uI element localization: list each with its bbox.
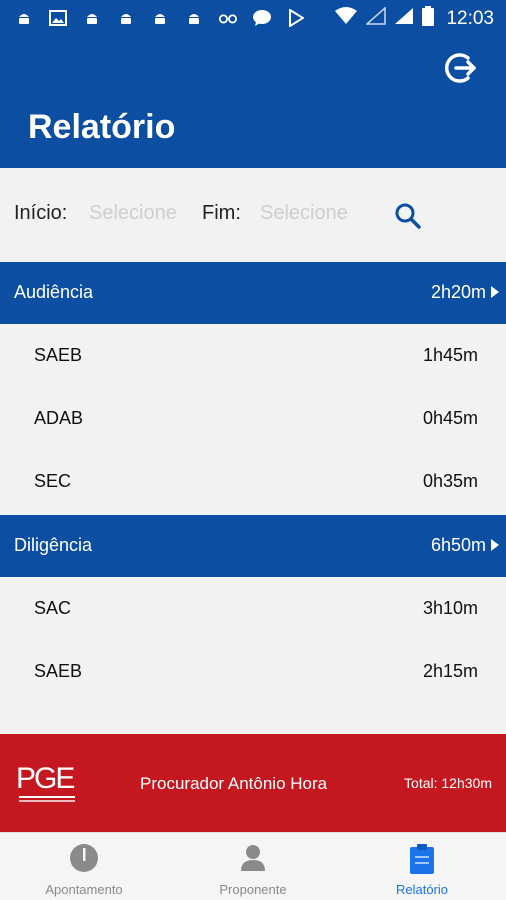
android-icon: [184, 8, 204, 28]
list-item[interactable]: ADAB 0h45m: [0, 387, 506, 450]
item-label: SEC: [34, 471, 72, 491]
bottom-nav: Apontamento Proponente Relatório: [0, 832, 506, 900]
android-icon: [14, 8, 34, 28]
group-header-audiencia[interactable]: Audiência 2h20m: [0, 262, 506, 324]
list-item[interactable]: SAEB 1h45m: [0, 324, 506, 387]
app-bar: Relatório: [0, 36, 506, 168]
page-title: Relatório: [28, 108, 176, 146]
item-label: ADAB: [34, 408, 84, 428]
start-date-field[interactable]: Selecione: [89, 202, 177, 225]
item-value: 0h45m: [422, 408, 478, 428]
android-icon: [116, 8, 136, 28]
caret-right-icon: [490, 285, 500, 299]
image-icon: [48, 8, 68, 28]
tab-label: Relatório: [395, 882, 449, 897]
list-item[interactable]: SAEB 2h15m: [0, 640, 506, 703]
group-header-diligencia[interactable]: Diligência 6h50m: [0, 515, 506, 577]
list-item[interactable]: SAC 3h10m: [0, 577, 506, 640]
item-label: SAEB: [34, 661, 83, 681]
item-value: 3h10m: [422, 598, 478, 618]
svg-text:PGE: PGE: [16, 762, 74, 795]
oo-icon: [218, 8, 238, 28]
summary-bar: PGE Procurador Antônio Hora Total: 12h30…: [0, 734, 506, 832]
chat-icon: [252, 8, 272, 28]
end-label: Fim:: [202, 202, 241, 224]
item-value: 0h35m: [422, 471, 478, 491]
group-label: Diligência: [14, 535, 93, 555]
grand-total: Total: 12h30m: [404, 775, 492, 791]
group-total: 6h50m: [430, 535, 486, 555]
date-filter: Início: Selecione Fim: Selecione: [0, 168, 506, 262]
logout-icon[interactable]: [444, 50, 480, 86]
tab-label: Proponente: [219, 882, 287, 897]
tab-proponente[interactable]: Proponente: [169, 833, 337, 900]
tab-relatorio[interactable]: Relatório: [338, 833, 506, 900]
clock: 12:03: [446, 7, 494, 29]
group-label: Audiência: [14, 282, 94, 302]
procurador-name: Procurador Antônio Hora: [140, 774, 328, 793]
list-item[interactable]: SEC 0h35m: [0, 450, 506, 513]
pointer-icon: [69, 843, 99, 873]
signal-icon: [394, 7, 414, 30]
tab-apontamento[interactable]: Apontamento: [0, 833, 168, 900]
status-bar: 12:03: [0, 0, 506, 36]
clipboard-icon: [407, 843, 437, 874]
person-icon: [238, 843, 268, 873]
pge-logo: PGE: [16, 758, 82, 808]
item-value: 2h15m: [422, 661, 478, 681]
signal-empty-icon: [365, 6, 387, 30]
battery-icon: [422, 6, 435, 31]
search-icon[interactable]: [394, 202, 422, 230]
item-label: SAEB: [34, 345, 83, 365]
android-icon: [82, 8, 102, 28]
caret-right-icon: [490, 538, 500, 552]
start-label: Início:: [14, 202, 68, 224]
android-icon: [150, 8, 170, 28]
tab-label: Apontamento: [45, 882, 123, 897]
wifi-icon: [334, 7, 358, 30]
item-label: SAC: [34, 598, 72, 618]
group-total: 2h20m: [430, 282, 486, 302]
play-icon: [286, 8, 306, 28]
item-value: 1h45m: [422, 345, 478, 365]
end-date-field[interactable]: Selecione: [260, 202, 348, 225]
